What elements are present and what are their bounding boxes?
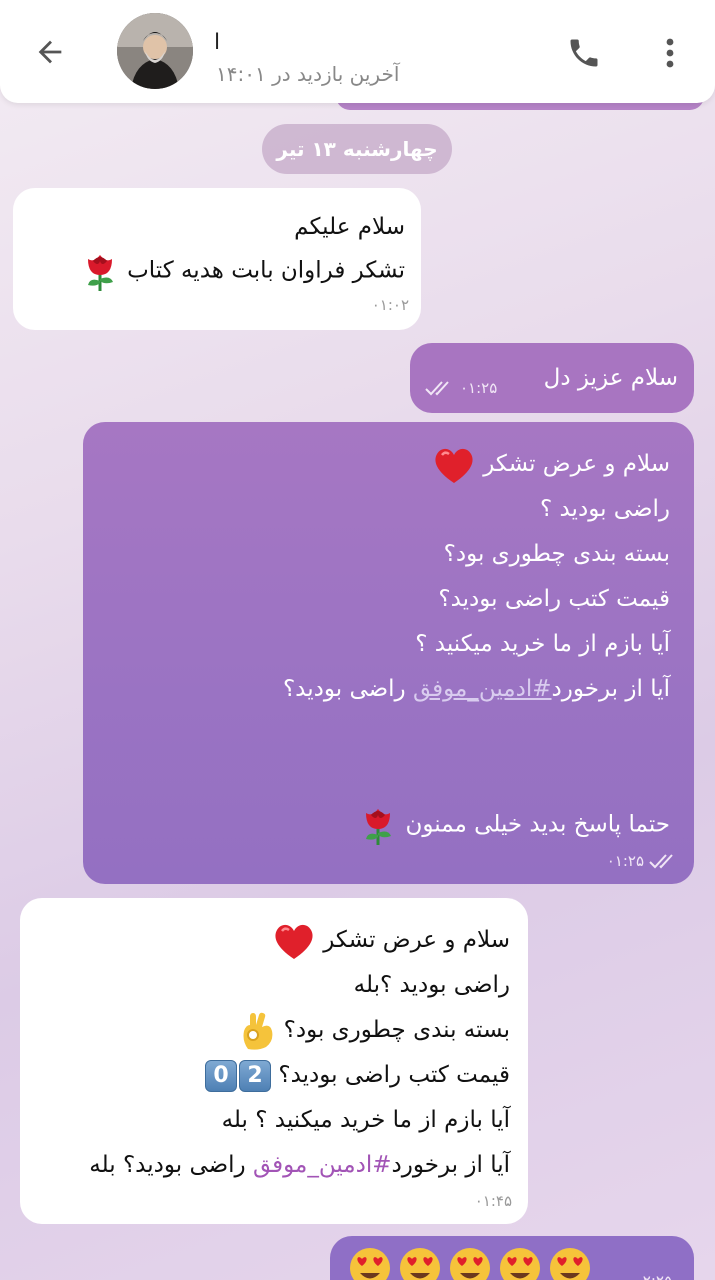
- message-time: ۰۱:۲۵: [460, 379, 498, 397]
- message-line-text: راضی بودید؟: [282, 676, 406, 702]
- message-line: تشکر فراوان بابت هدیه کتاب: [13, 249, 405, 293]
- phone-icon: [570, 39, 598, 67]
- date-separator: چهارشنبه ۱۳ تیر: [262, 124, 452, 174]
- message-line: بسته بندی چطوری بود؟: [443, 541, 670, 567]
- message-time: ۰۲:۲۵: [635, 1272, 672, 1280]
- emoji-row: [348, 1246, 592, 1280]
- red-heart-emoji: [275, 924, 313, 959]
- message-line-text: بسته بندی چطوری بود؟: [283, 1017, 510, 1043]
- message-line: راضی بودید ؟: [539, 496, 670, 522]
- contact-avatar[interactable]: [117, 13, 193, 89]
- message-time: ۰۱:۴۵: [474, 1192, 512, 1210]
- contact-name[interactable]: ا: [214, 30, 220, 55]
- keycap-digit: 2: [239, 1059, 272, 1092]
- message-line-text: قیمت کتب راضی بودید؟: [278, 1062, 510, 1088]
- message-line: سلام و عرض تشکر: [83, 442, 670, 487]
- message-meta: ۰۱:۲۵: [424, 379, 497, 397]
- message-line: قیمت کتب راضی بودید؟ 20: [20, 1053, 510, 1098]
- heart-eyes-emoji: [450, 1248, 490, 1280]
- message-line: آیا بازم از ما خرید میکنید ؟ بله: [221, 1107, 510, 1133]
- hashtag-link[interactable]: #ادمین_موفق: [253, 1152, 392, 1178]
- outgoing-message-2[interactable]: سلام و عرض تشکر راضی بودید ؟ بسته بندی چ…: [83, 422, 694, 884]
- message-line: آیا از برخورد#ادمین_موفق راضی بودید؟: [83, 667, 670, 712]
- message-line-text: حتما پاسخ بدید خیلی ممنون: [405, 811, 670, 838]
- message-line-text: سلام و عرض تشکر: [483, 451, 670, 477]
- message-line-text: سلام و عرض تشکر: [323, 927, 510, 953]
- heart-eyes-emoji: [550, 1248, 590, 1280]
- outgoing-message-1[interactable]: سلام عزیز دل ۰۱:۲۵: [410, 343, 694, 413]
- outgoing-message-3[interactable]: ۰۲:۲۵: [330, 1236, 694, 1280]
- message-line-text: راضی بودید؟ بله: [89, 1152, 246, 1178]
- message-line: راضی بودید ؟بله: [353, 972, 510, 998]
- ok-hand-emoji: [243, 1012, 273, 1050]
- message-meta: ۰۱:۲۵: [607, 852, 680, 870]
- last-seen-status: آخرین بازدید در ۱۴:۰۱: [216, 62, 400, 86]
- more-vert-icon: [666, 38, 674, 68]
- back-arrow-icon: [38, 40, 62, 64]
- message-time: ۰۱:۲۵: [606, 852, 644, 870]
- message-line: قیمت کتب راضی بودید؟: [438, 586, 670, 612]
- incoming-message-1[interactable]: سلام علیکم تشکر فراوان بابت هدیه کتاب ۰۱…: [13, 188, 421, 330]
- message-time: ۰۱:۰۲: [371, 296, 409, 314]
- more-options-button[interactable]: [652, 30, 688, 76]
- message-line: سلام علیکم: [294, 214, 405, 240]
- message-line: بسته بندی چطوری بود؟: [20, 1008, 510, 1053]
- double-check-icon: [425, 381, 449, 396]
- double-check-icon: [649, 854, 673, 869]
- message-line-text: تشکر فراوان بابت هدیه کتاب: [127, 257, 405, 284]
- red-heart-emoji: [435, 448, 473, 483]
- back-button[interactable]: [26, 28, 74, 76]
- heart-eyes-emoji: [350, 1248, 390, 1280]
- message-line: آیا از برخورد#ادمین_موفق راضی بودید؟ بله: [20, 1143, 510, 1188]
- call-button[interactable]: [561, 30, 607, 76]
- incoming-message-2[interactable]: سلام و عرض تشکر راضی بودید ؟بله بسته بند…: [20, 898, 528, 1224]
- heart-eyes-emoji: [500, 1248, 540, 1280]
- rose-emoji: [366, 809, 392, 845]
- message-line-text: آیا از برخورد: [551, 676, 670, 702]
- message-line: آیا بازم از ما خرید میکنید ؟: [415, 631, 670, 657]
- rose-emoji: [87, 255, 113, 291]
- message-text: سلام عزیز دل: [543, 365, 678, 391]
- message-line: حتما پاسخ بدید خیلی ممنون: [358, 802, 670, 848]
- chat-header: ا آخرین بازدید در ۱۴:۰۱: [0, 0, 715, 103]
- message-line-text: آیا از برخورد: [391, 1152, 510, 1178]
- heart-eyes-emoji: [400, 1248, 440, 1280]
- message-line: سلام و عرض تشکر: [20, 918, 510, 963]
- keycap-digit: 0: [205, 1059, 238, 1092]
- hashtag-link[interactable]: #ادمین_موفق: [413, 676, 552, 702]
